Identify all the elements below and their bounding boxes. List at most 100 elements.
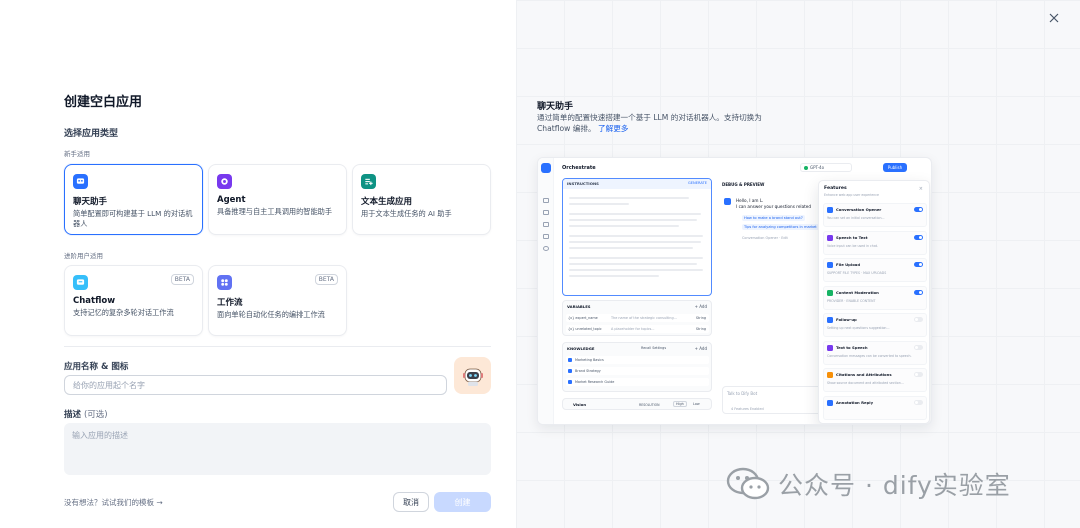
card-name: 文本生成应用: [361, 197, 413, 207]
mock-feature-row: Follow-up Setting up next questions sugge…: [823, 313, 927, 337]
card-desc: 支持记忆的复杂多轮对话工作流: [73, 308, 174, 317]
mock-feature-desc: SUPPORT FILE TYPES · MAX UPLOADS: [827, 271, 887, 275]
mock-feature-toggle: [914, 207, 923, 212]
app-type-section-title: 选择应用类型: [64, 129, 119, 139]
description-input[interactable]: [64, 423, 491, 475]
app-name-input[interactable]: [64, 375, 447, 395]
optional-hint: (可选): [83, 410, 108, 420]
mock-feature-name: File Upload: [836, 262, 861, 267]
mock-feature-row: Conversation Opener You can set an initia…: [823, 203, 927, 227]
mock-feature-desc: PROVIDER · ENABLE CONTENT: [827, 298, 876, 303]
mock-variables-label: VARIABLES: [567, 304, 591, 309]
chatflow-icon: [73, 275, 88, 290]
card-name: Chatflow: [73, 296, 116, 306]
workflow-icon: [217, 275, 232, 290]
mock-suggestion: Tips for analyzing competitors in market: [742, 224, 819, 230]
kb-doc-icon: [568, 369, 572, 373]
create-app-panel: 创建空白应用 选择应用类型 新手适用 聊天助手 简单配置即可构建基于 LLM 的…: [0, 0, 516, 528]
mock-chat-placeholder: Talk to Dify Bot: [727, 391, 758, 396]
mock-feature-desc: Show source document and attributed sect…: [827, 381, 904, 385]
mock-feature-icon: [827, 289, 833, 296]
mock-features-title: Features: [824, 186, 847, 191]
mock-nav-icon: [543, 198, 549, 203]
mock-add-knowledge: + Add: [694, 346, 707, 351]
mock-greeting-2: I can answer your questions related: [736, 204, 812, 209]
mock-var-key: {x} expert_name: [568, 316, 598, 320]
kb-doc-icon: [568, 380, 572, 384]
mock-high-option: High: [673, 401, 687, 407]
mock-nav-icon: [543, 222, 549, 227]
mock-feature-row: Content Moderation PROVIDER · ENABLE CONT…: [823, 285, 927, 310]
robot-icon: [217, 174, 232, 189]
mock-kb-name: Market Research Guide: [575, 380, 615, 384]
page-title: 创建空白应用: [64, 95, 143, 110]
description-label: 描述 (可选): [64, 408, 108, 420]
mock-feature-name: Follow-up: [836, 317, 857, 322]
card-name: 聊天助手: [73, 197, 108, 207]
create-button[interactable]: 创建: [434, 492, 491, 512]
mock-features-panel: Features Enhance web app user experience…: [818, 180, 930, 424]
preview-description-text: 通过简单的配置快速搭建一个基于 LLM 的对话机器人。支持切换为 Chatflo…: [537, 113, 762, 133]
card-name: 工作流: [217, 298, 243, 308]
mock-kb-name: Marketing Basics: [575, 358, 604, 362]
mock-nav-icon: [543, 234, 549, 239]
card-desc: 用于文本生成任务的 AI 助手: [361, 209, 452, 218]
mock-feature-name: Conversation Opener: [836, 207, 882, 212]
chat-bubble-icon: [73, 174, 88, 189]
app-icon-picker[interactable]: [454, 357, 491, 394]
mock-suggestion: How to make a brand stand out?: [742, 215, 805, 221]
mock-instructions-label: INSTRUCTIONS: [567, 181, 599, 186]
mock-feature-desc: You can set an initial conversation...: [827, 216, 885, 220]
mock-nav-icon: [543, 210, 549, 215]
preview-description: 通过简单的配置快速搭建一个基于 LLM 的对话机器人。支持切换为 Chatflo…: [537, 112, 777, 134]
mock-feature-desc: Conversation messages can be converted t…: [827, 353, 912, 358]
mock-var-desc: The name of the strategic consulting...: [611, 316, 677, 320]
mock-feature-toggle: [914, 289, 923, 295]
divider: [64, 346, 491, 347]
mock-greeting: Hello, I am L.: [736, 198, 764, 203]
mock-feature-row: Citations and Attributions Show source do…: [823, 368, 927, 392]
learn-more-link[interactable]: 了解更多: [598, 124, 628, 133]
mock-generate-label: GENERATE: [687, 181, 707, 185]
app-type-card-agent[interactable]: Agent 具备推理与自主工具调用的智能助手: [208, 164, 347, 235]
mock-feature-desc: Setting up next questions suggestion...: [827, 326, 890, 330]
beta-badge: BETA: [314, 274, 338, 285]
app-type-card-text-generator[interactable]: 文本生成应用 用于文本生成任务的 AI 助手: [352, 164, 491, 235]
mock-feature-name: Speech to Text: [836, 234, 868, 240]
mock-feature-icon: [827, 344, 833, 351]
app-name-label: 应用名称 & 图标: [64, 362, 129, 372]
preview-title: 聊天助手: [537, 102, 574, 112]
mock-add-variable: + Add: [694, 304, 707, 309]
mock-feature-desc: Voice input can be used in chat.: [827, 243, 879, 248]
mock-feature-icon: [827, 399, 833, 406]
advanced-label: 进阶用户适用: [64, 252, 103, 260]
app-type-card-chatflow[interactable]: BETA Chatflow 支持记忆的复杂多轮对话工作流: [64, 265, 203, 336]
watermark-text: 公众号 · dify实验室: [778, 471, 1011, 500]
mock-debug-label: DEBUG & PREVIEW: [722, 182, 765, 187]
mock-feature-row: Text to Speech Conversation messages can …: [823, 340, 927, 365]
description-label-text: 描述: [64, 410, 82, 420]
card-desc: 简单配置即可构建基于 LLM 的对话机器人: [73, 209, 193, 228]
close-icon[interactable]: [1042, 6, 1066, 30]
mock-feature-toggle: [914, 317, 923, 322]
app-type-card-workflow[interactable]: BETA 工作流 面向单轮自动化任务的编排工作流: [208, 265, 347, 336]
mock-header-title: Orchestrate: [562, 165, 596, 171]
app-type-card-chatbot[interactable]: 聊天助手 简单配置即可构建基于 LLM 的对话机器人: [64, 164, 203, 235]
beta-badge: BETA: [170, 274, 194, 285]
template-link[interactable]: 没有想法？试试我们的模板 →: [64, 497, 163, 508]
card-desc: 面向单轮自动化任务的编排工作流: [217, 310, 325, 319]
mock-feature-icon: [827, 207, 833, 213]
mock-var-desc: A placeholder for topics...: [611, 327, 655, 331]
mock-resolution-label: RESOLUTION: [639, 402, 660, 407]
mock-knowledge-section: KNOWLEDGE Recall Settings + Add Marketin…: [562, 342, 712, 392]
mock-var-key: {x} unrelated_topic: [568, 327, 602, 331]
kb-doc-icon: [568, 358, 572, 362]
mock-publish-button: Publish: [883, 163, 907, 172]
mock-feature-toggle: [914, 372, 923, 377]
mock-var-type: String: [695, 327, 706, 331]
mock-feature-name: Text to Speech: [836, 344, 868, 350]
cancel-button[interactable]: 取消: [393, 492, 429, 512]
mock-feature-icon: [827, 372, 833, 378]
preview-mock-screenshot: Orchestrate GPT-4o Publish INSTRUCTIONS …: [537, 157, 932, 425]
mock-knowledge-label: KNOWLEDGE: [567, 346, 595, 351]
